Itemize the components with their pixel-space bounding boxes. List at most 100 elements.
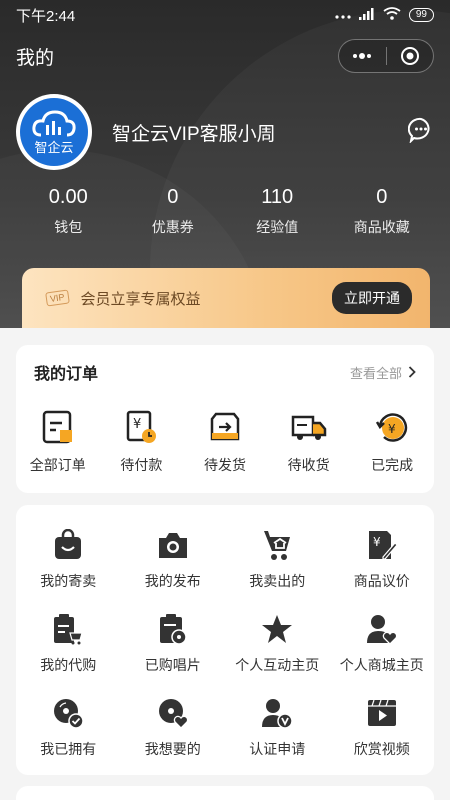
- service-publish[interactable]: 我的发布: [121, 527, 226, 591]
- chevron-right-icon: [408, 366, 416, 378]
- service-label: 我的寄卖: [40, 573, 97, 589]
- message-icon[interactable]: [407, 117, 434, 148]
- disc-heart-icon: [155, 695, 191, 731]
- all-orders-icon: [40, 409, 76, 445]
- stat-wallet[interactable]: 0.00 钱包: [16, 186, 121, 237]
- service-wanted[interactable]: 我想要的: [121, 695, 226, 759]
- order-pending-receipt[interactable]: 待收货: [267, 409, 351, 475]
- more-icon: [353, 53, 372, 59]
- service-label: 我的代购: [40, 657, 97, 673]
- order-pending-payment[interactable]: ¥ 待付款: [100, 409, 184, 475]
- status-time: 下午2:44: [16, 7, 76, 25]
- service-shop-home[interactable]: 个人商城主页: [330, 611, 435, 675]
- cart-icon: [259, 527, 295, 563]
- vip-open-button[interactable]: 立即开通: [332, 282, 412, 314]
- clipboard-cart-icon: [50, 611, 86, 647]
- order-pending-shipment[interactable]: 待发货: [183, 409, 267, 475]
- dots-icon: [335, 7, 351, 24]
- service-consignment[interactable]: 我的寄卖: [16, 527, 121, 591]
- stat-value: 0: [376, 186, 388, 208]
- wifi-icon: [383, 6, 401, 24]
- mini-program-capsule: [338, 39, 434, 73]
- target-icon: [400, 47, 419, 65]
- service-label: 个人互动主页: [235, 657, 320, 673]
- order-label: 待发货: [203, 457, 246, 473]
- service-label: 我卖出的: [249, 573, 306, 589]
- vip-text: 会员立享专属权益: [80, 290, 201, 308]
- service-purchasing[interactable]: 我的代购: [16, 611, 121, 675]
- service-records[interactable]: 已购唱片: [121, 611, 226, 675]
- pending-receipt-icon: [291, 409, 327, 445]
- order-status-row: 全部订单 ¥ 待付款 待发货 待收货 ¥ 已完成: [16, 409, 434, 475]
- svg-text:¥: ¥: [388, 422, 396, 436]
- service-owned[interactable]: 我已拥有: [16, 695, 121, 759]
- profile-section: 智企云 智企云VIP客服小周: [16, 92, 434, 172]
- order-completed[interactable]: ¥ 已完成: [350, 409, 434, 475]
- user-verify-icon: [259, 695, 295, 731]
- avatar[interactable]: 智企云: [16, 94, 92, 170]
- price-edit-icon: ¥: [364, 527, 400, 563]
- svg-text:¥: ¥: [373, 535, 381, 549]
- signal-icon: [358, 7, 375, 24]
- completed-icon: ¥: [374, 409, 410, 445]
- order-label: 待付款: [120, 457, 163, 473]
- stat-label: 商品收藏: [353, 219, 410, 235]
- service-video[interactable]: 欣赏视频: [330, 695, 435, 759]
- disc-check-icon: [50, 695, 86, 731]
- service-label: 我想要的: [144, 741, 201, 757]
- stats-row: 0.00 钱包 0 优惠券 110 经验值 0 商品收藏: [16, 186, 434, 237]
- status-bar: 下午2:44 99: [0, 0, 450, 30]
- stat-experience[interactable]: 110 经验值: [225, 186, 330, 237]
- bag-icon: [50, 527, 86, 563]
- user-name: 智企云VIP客服小周: [112, 123, 276, 145]
- service-verification[interactable]: 认证申请: [225, 695, 330, 759]
- vip-badge-icon: VIP: [45, 289, 70, 307]
- service-sold[interactable]: 我卖出的: [225, 527, 330, 591]
- vip-banner[interactable]: VIP 会员立享专属权益 立即开通: [22, 268, 430, 328]
- logo-text: 智企云: [34, 139, 74, 155]
- more-button[interactable]: [339, 40, 386, 72]
- service-label: 个人商城主页: [339, 657, 424, 673]
- video-play-icon: [364, 695, 400, 731]
- service-label: 我的发布: [144, 573, 201, 589]
- service-bargain[interactable]: ¥ 商品议价: [330, 527, 435, 591]
- bottom-card: [16, 786, 434, 800]
- orders-card: 我的订单 查看全部 全部订单 ¥ 待付款 待发货 待收货 ¥ 已完成: [16, 345, 434, 493]
- close-button[interactable]: [387, 40, 434, 72]
- cloud-logo-icon: [32, 109, 76, 136]
- service-label: 我已拥有: [40, 741, 97, 757]
- order-label: 待收货: [287, 457, 330, 473]
- services-card: 我的寄卖 我的发布 我卖出的 ¥ 商品议价 我的代购 已购唱片 个人互动主页 个…: [16, 505, 434, 775]
- user-heart-icon: [364, 611, 400, 647]
- stat-label: 优惠券: [151, 219, 194, 235]
- pending-payment-icon: ¥: [123, 409, 159, 445]
- stat-label: 钱包: [54, 219, 83, 235]
- stat-label: 经验值: [256, 219, 299, 235]
- service-interaction-home[interactable]: 个人互动主页: [225, 611, 330, 675]
- star-icon: [259, 611, 295, 647]
- stat-favorites[interactable]: 0 商品收藏: [330, 186, 435, 237]
- order-all[interactable]: 全部订单: [16, 409, 100, 475]
- stat-coupons[interactable]: 0 优惠券: [121, 186, 226, 237]
- service-label: 欣赏视频: [353, 741, 410, 757]
- order-label: 已完成: [371, 457, 414, 473]
- see-all-link[interactable]: 查看全部: [350, 363, 416, 382]
- orders-title: 我的订单: [34, 366, 99, 383]
- camera-icon: [155, 527, 191, 563]
- stat-value: 0: [167, 186, 179, 208]
- order-label: 全部订单: [29, 457, 86, 473]
- pending-shipment-icon: [207, 409, 243, 445]
- page-title: 我的: [16, 47, 55, 69]
- service-label: 认证申请: [249, 741, 306, 757]
- services-grid: 我的寄卖 我的发布 我卖出的 ¥ 商品议价 我的代购 已购唱片 个人互动主页 个…: [16, 505, 434, 759]
- stat-value: 0.00: [48, 186, 88, 208]
- nav-bar: 我的: [0, 36, 450, 76]
- svg-text:¥: ¥: [133, 417, 141, 432]
- stat-value: 110: [261, 186, 294, 208]
- orders-header: 我的订单 查看全部: [16, 345, 434, 385]
- service-label: 商品议价: [353, 573, 410, 589]
- battery-indicator: 99: [408, 8, 434, 22]
- service-label: 已购唱片: [144, 657, 201, 673]
- record-list-icon: [155, 611, 191, 647]
- see-all-label: 查看全部: [349, 365, 402, 381]
